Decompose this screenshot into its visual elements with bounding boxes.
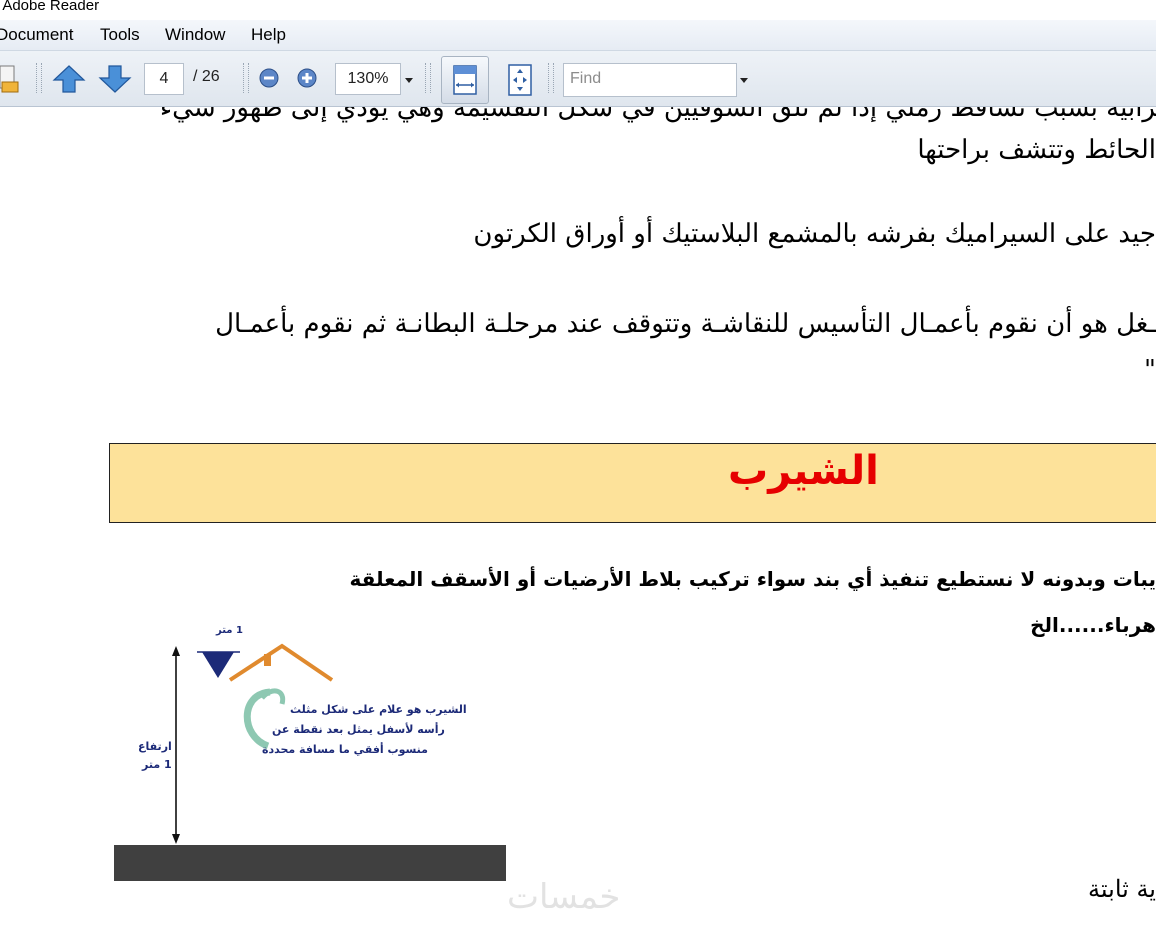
paragraph-2: جيد على السيراميك بفرشه بالمشمع البلاستي… [473, 219, 1156, 249]
ground-slab [114, 845, 506, 881]
toolbar-separator [425, 63, 431, 93]
toolbar-separator [548, 63, 554, 93]
top-level-label: 1 متر [216, 625, 243, 636]
fit-width-icon [453, 65, 477, 95]
next-page-button[interactable] [98, 64, 132, 94]
watermark: خمسات [507, 877, 621, 917]
toolbar-separator [36, 63, 42, 93]
paragraph-3-end: " [1144, 355, 1156, 385]
zoom-dropdown-arrow-icon[interactable] [405, 78, 413, 83]
figure-caption-line-2: رأسه لأسفل يمثل بعد نقطة عن [272, 723, 445, 736]
window-title: - Adobe Reader [0, 0, 100, 14]
zoom-out-button[interactable] [258, 67, 280, 89]
zoom-in-button[interactable] [296, 67, 318, 89]
level-mark-figure: 1 متر ارتفاع 1 متر الشيرب هو علام على شك… [112, 624, 512, 886]
menu-document[interactable]: Document [0, 25, 73, 45]
figure-caption-line-3: منسوب أفقي ما مسافة محددة [262, 743, 428, 756]
height-label-2: 1 متر [142, 758, 172, 771]
arrow-down-icon [98, 65, 132, 93]
cut-text-line: ترابيه بسبب تساقط رملي إذا لم تلق السوقي… [159, 107, 1156, 123]
previous-page-button[interactable] [52, 64, 86, 94]
heading-box [109, 443, 1156, 523]
current-page-input[interactable]: 4 [144, 63, 184, 95]
find-input[interactable] [564, 64, 736, 94]
zoom-in-icon [297, 68, 317, 88]
menu-help[interactable]: Help [251, 25, 286, 45]
figure-caption-line-1: الشيرب هو علام على شكل مثلث [290, 703, 467, 716]
arrow-up-icon [52, 65, 86, 93]
menu-tools[interactable]: Tools [100, 25, 140, 45]
document-view[interactable]: ترابيه بسبب تساقط رملي إذا لم تلق السوقي… [0, 107, 1156, 931]
paragraph-1: الحائط وتتشف براحتها [917, 135, 1156, 165]
section-heading: الشيرب [728, 448, 879, 494]
zoom-out-icon [259, 68, 279, 88]
fit-width-button[interactable] [441, 56, 489, 104]
menu-window[interactable]: Window [165, 25, 225, 45]
print-icon[interactable] [0, 62, 20, 96]
bold-paragraph-line-2: هرباء......الخ [1030, 613, 1156, 637]
menu-bar: Document Tools Window Help [0, 20, 1156, 51]
height-label-1: ارتفاع [138, 740, 172, 753]
find-dropdown-arrow-icon[interactable] [740, 78, 748, 83]
toolbar-separator [243, 63, 249, 93]
paragraph-3: ـغل هو أن نقوم بأعمـال التأسيس للنقاشـة … [215, 309, 1156, 339]
find-box [563, 63, 737, 97]
window-title-bar: - Adobe Reader [0, 0, 1156, 20]
last-text-line: ية ثابتة [1088, 875, 1156, 903]
total-pages: / 26 [193, 68, 220, 85]
bold-paragraph-line-1: يبات وبدونه لا نستطيع تنفيذ أي بند سواء … [349, 567, 1156, 591]
fit-page-icon [508, 64, 532, 96]
level-triangle-icon [202, 652, 234, 678]
fit-page-button[interactable] [505, 63, 535, 97]
zoom-level-select[interactable]: 130% [335, 63, 401, 95]
